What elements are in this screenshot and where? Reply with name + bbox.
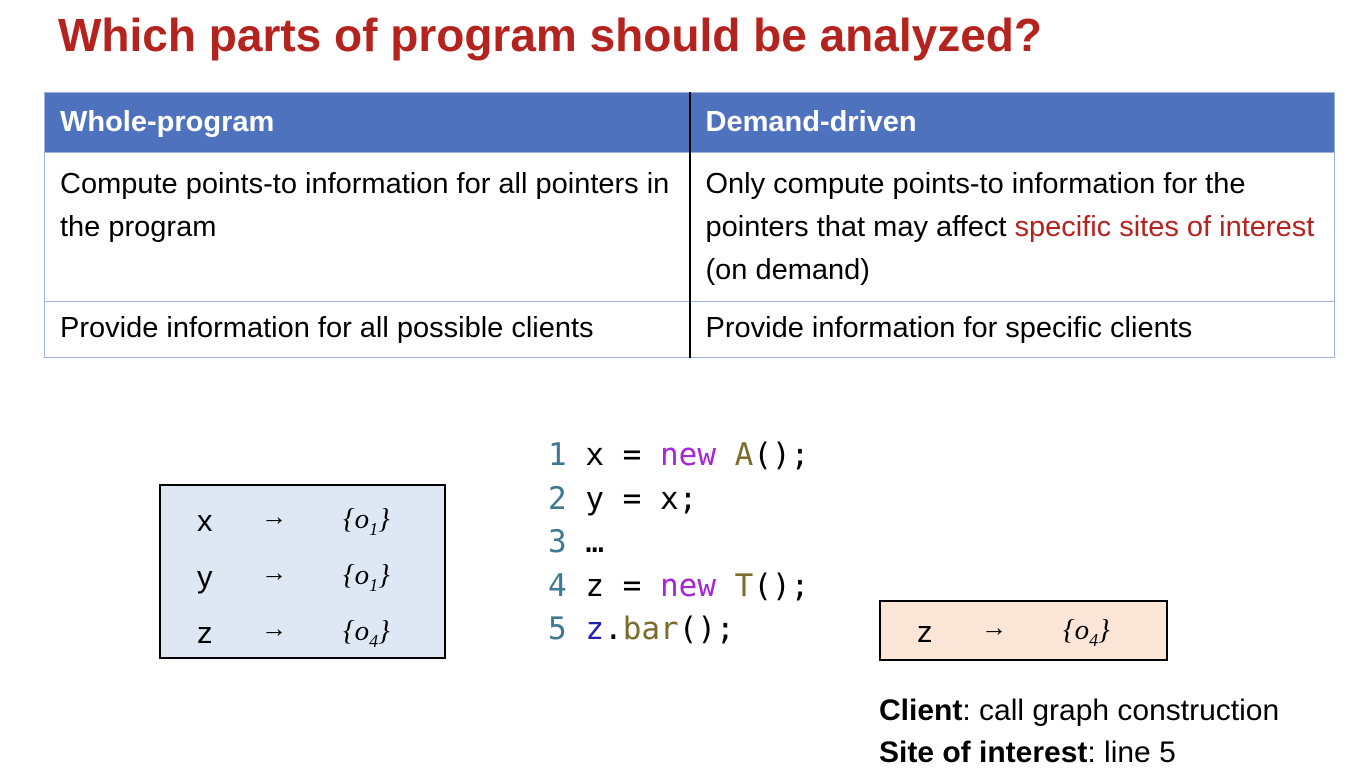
client-label: Client	[879, 694, 963, 727]
pointer-name: x	[197, 503, 213, 538]
points-to-row: x → {o1}	[161, 491, 444, 547]
arrow-icon: →	[981, 612, 1007, 642]
whole-program-points-to-box: x → {o1} y → {o1} z → {o4}	[159, 484, 446, 659]
points-to-set: {o1}	[343, 503, 390, 539]
code-line-2: 2 y = x;	[548, 480, 698, 517]
site-value: : line 5	[1087, 736, 1176, 769]
points-to-set: {o4}	[1063, 614, 1110, 650]
client-info: Client: call graph construction Site of …	[879, 690, 1279, 774]
pointer-name: z	[197, 615, 213, 650]
code-line-1: 1 x = new A();	[548, 437, 810, 473]
site-line: Site of interest: line 5	[879, 732, 1279, 774]
comparison-table: Whole-program Demand-driven Compute poin…	[44, 92, 1335, 358]
pointer-name: z	[917, 614, 933, 649]
points-to-row: z → {o4}	[161, 603, 444, 659]
code-line-3: 3 …	[548, 524, 604, 560]
table-header-row: Whole-program Demand-driven	[44, 92, 1335, 153]
demand-driven-points-to-box: z → {o4}	[879, 600, 1168, 661]
code-line-5: 5 z.bar();	[548, 611, 735, 647]
arrow-icon: →	[261, 613, 287, 643]
code-line-4: 4 z = new T();	[548, 567, 810, 604]
client-value: : call graph construction	[962, 694, 1280, 727]
table-row: Compute points-to information for all po…	[44, 152, 1335, 302]
slide-title: Which parts of program should be analyze…	[58, 9, 1042, 61]
header-whole-program: Whole-program	[44, 92, 690, 153]
points-to-row: z → {o4}	[881, 602, 1166, 658]
code-listing: 1 x = new A(); 2 y = x; 3 … 4 z = new T(…	[548, 434, 809, 652]
points-to-set: {o4}	[343, 615, 390, 651]
points-to-set: {o1}	[343, 559, 390, 595]
demand-driven-clients: Provide information for specific clients	[688, 301, 1335, 358]
points-to-row: y → {o1}	[161, 547, 444, 603]
arrow-icon: →	[261, 557, 287, 587]
pointer-name: y	[197, 559, 213, 594]
highlight-specific-sites: specific sites of interest	[1014, 211, 1315, 243]
site-label: Site of interest	[879, 736, 1088, 769]
table-row: Provide information for all possible cli…	[44, 301, 1335, 358]
whole-program-description: Compute points-to information for all po…	[44, 152, 690, 302]
header-demand-driven: Demand-driven	[688, 92, 1335, 153]
demand-text-after: (on demand)	[705, 254, 870, 286]
arrow-icon: →	[261, 501, 287, 531]
demand-driven-description: Only compute points-to information for t…	[688, 152, 1335, 302]
whole-program-clients: Provide information for all possible cli…	[44, 301, 690, 358]
client-line: Client: call graph construction	[879, 690, 1279, 732]
